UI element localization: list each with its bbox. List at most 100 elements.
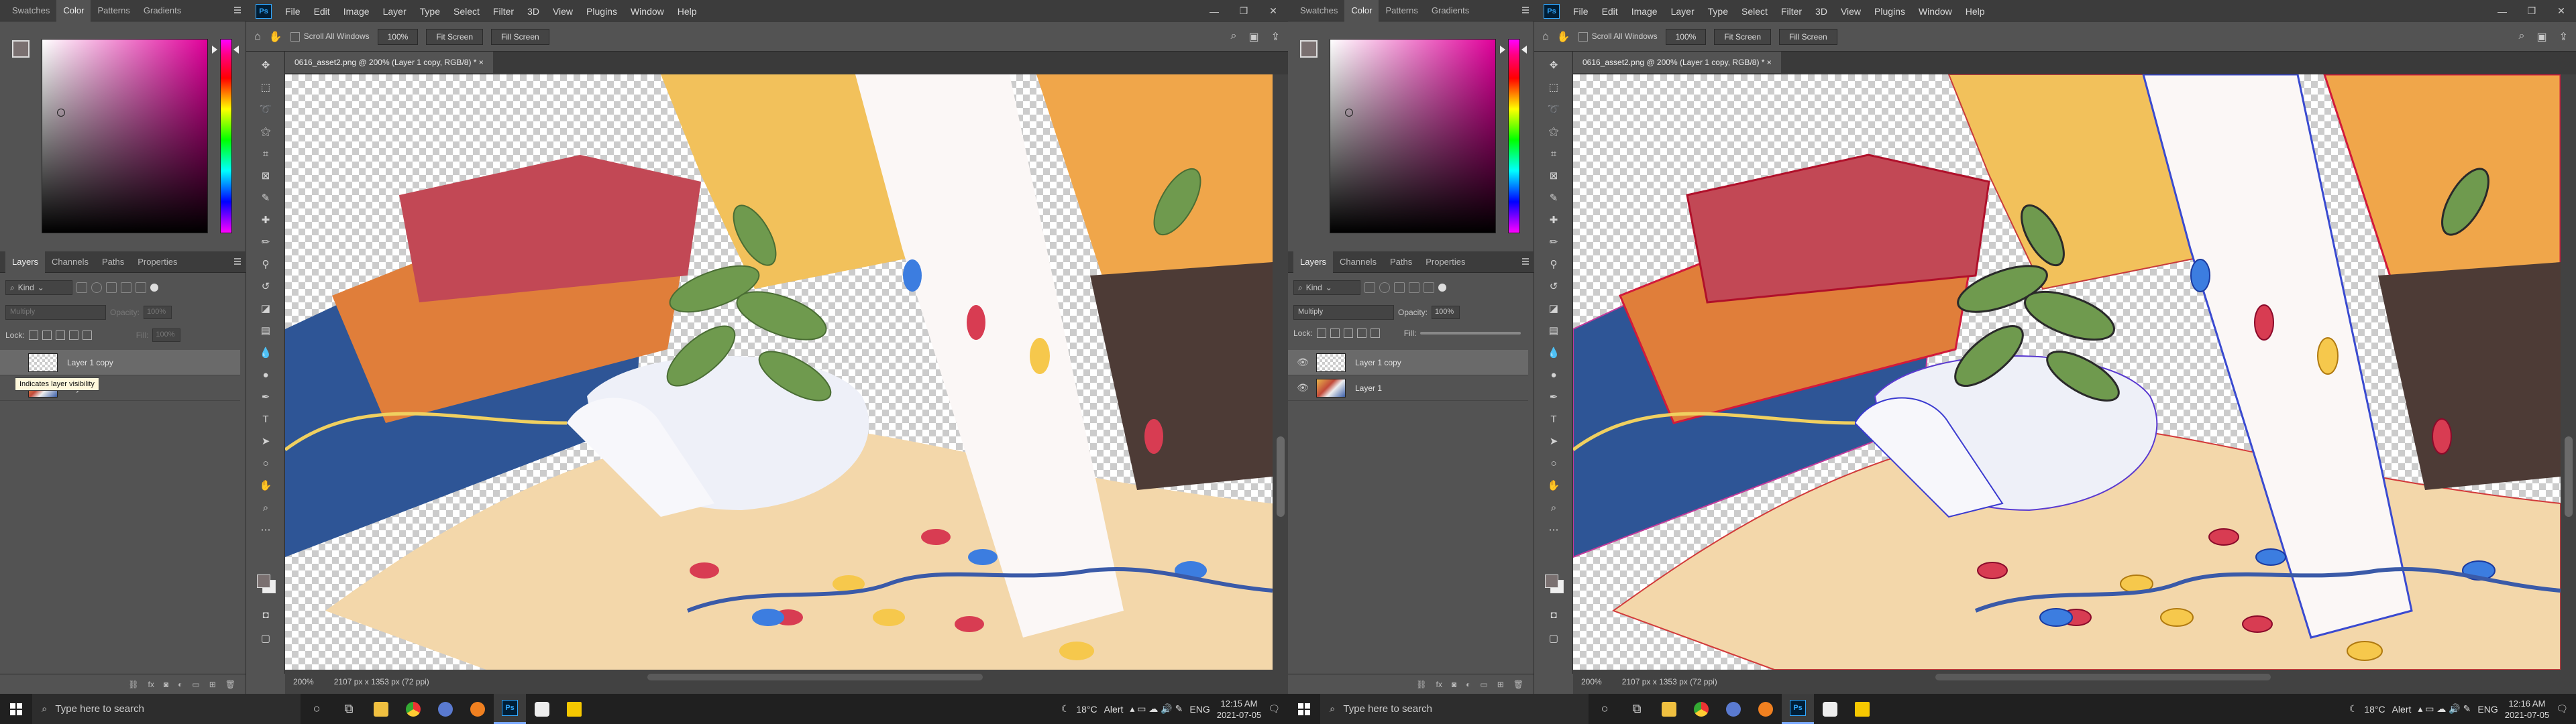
language[interactable]: ENG	[2477, 704, 2498, 715]
eyedropper-icon[interactable]: ✎	[1545, 191, 1562, 206]
menu-3d[interactable]: 3D	[521, 6, 546, 17]
filter-type-icon[interactable]	[1394, 282, 1405, 293]
tab-paths[interactable]: Paths	[95, 251, 131, 273]
workspace-icon[interactable]: ▣	[1248, 30, 1258, 44]
layer-name[interactable]: Layer 1	[1355, 383, 1382, 393]
home-icon[interactable]: ⌂	[1542, 31, 1549, 43]
tab-gradients[interactable]: Gradients	[137, 0, 188, 21]
group-icon[interactable]: ▭	[192, 680, 199, 689]
layer-row[interactable]: 👁 Layer 1 copy	[1288, 350, 1528, 375]
lasso-tool-icon[interactable]: ➰	[257, 103, 274, 117]
more-tools-icon[interactable]: ⋯	[257, 523, 274, 538]
blender-icon[interactable]	[1750, 694, 1782, 724]
type-tool-icon[interactable]: T	[1545, 412, 1562, 427]
filter-adjustment-icon[interactable]	[1379, 282, 1390, 293]
language[interactable]: ENG	[1189, 704, 1210, 715]
hand-tool-icon[interactable]: ✋	[269, 30, 282, 44]
menu-file[interactable]: File	[1566, 6, 1595, 17]
blur-tool-icon[interactable]: 💧	[257, 346, 274, 361]
marquee-tool-icon[interactable]: ⬚	[1545, 80, 1562, 95]
minimize-icon[interactable]: —	[2487, 0, 2517, 22]
clock[interactable]: 12:15 AM 2021-07-05	[1217, 698, 1262, 721]
menu-select[interactable]: Select	[1735, 6, 1774, 17]
pen-tool-icon[interactable]: ✒	[1545, 390, 1562, 405]
panel-menu-icon[interactable]	[1522, 258, 1529, 266]
marquee-tool-icon[interactable]: ⬚	[257, 80, 274, 95]
menu-type[interactable]: Type	[413, 6, 447, 17]
eraser-icon[interactable]: ◪	[1545, 302, 1562, 316]
tab-layers[interactable]: Layers	[5, 251, 46, 273]
close-icon[interactable]: ✕	[1258, 0, 1288, 22]
filter-type-icon[interactable]	[106, 282, 117, 293]
lock-transparent-icon[interactable]	[28, 330, 38, 340]
opacity-value[interactable]: 100%	[144, 306, 172, 319]
filter-pixel-icon[interactable]	[1364, 282, 1375, 293]
minimize-icon[interactable]: —	[1199, 0, 1229, 22]
fit-screen-button[interactable]: Fit Screen	[1714, 28, 1772, 45]
document-canvas[interactable]	[1573, 74, 2561, 670]
clock[interactable]: 12:16 AM 2021-07-05	[2505, 698, 2550, 721]
filter-toggle-icon[interactable]	[1438, 284, 1446, 292]
filter-shape-icon[interactable]	[121, 282, 131, 293]
panel-menu-icon[interactable]	[234, 7, 241, 15]
new-layer-icon[interactable]: ⊞	[209, 680, 216, 689]
zoom-100-button[interactable]: 100%	[1665, 28, 1707, 45]
lock-all-icon[interactable]	[1370, 328, 1380, 338]
filter-shape-icon[interactable]	[1409, 282, 1419, 293]
path-selection-icon[interactable]: ➤	[1545, 434, 1562, 449]
hand-tool-icon[interactable]: ✋	[1557, 30, 1570, 44]
tray-icons[interactable]: ▴ ▭ ☁ 🔊 ✎	[1130, 703, 1183, 715]
group-icon[interactable]: ▭	[1480, 680, 1487, 689]
filter-smart-object-icon[interactable]	[1424, 282, 1434, 293]
trash-icon[interactable]: 🗑	[1513, 680, 1523, 689]
share-icon[interactable]: ⇪	[1271, 30, 1280, 44]
app-r-icon[interactable]	[429, 694, 462, 724]
hand-tool-icon[interactable]: ✋	[257, 479, 274, 493]
sticky-notes-icon[interactable]	[558, 694, 590, 724]
menu-window[interactable]: Window	[624, 6, 671, 17]
tab-channels[interactable]: Channels	[45, 251, 95, 273]
zoom-level[interactable]: 200%	[293, 677, 314, 686]
lock-all-icon[interactable]	[82, 330, 92, 340]
weather-alert[interactable]: Alert	[2392, 704, 2412, 715]
panel-menu-icon[interactable]	[234, 258, 241, 266]
scroll-thumb[interactable]	[1277, 436, 1285, 517]
lock-image-icon[interactable]	[42, 330, 52, 340]
menu-layer[interactable]: Layer	[376, 6, 413, 17]
tab-swatches[interactable]: Swatches	[1293, 0, 1344, 21]
taskbar-search[interactable]: ⌕ Type here to search	[32, 694, 301, 724]
menu-window[interactable]: Window	[1912, 6, 1959, 17]
blur-tool-icon[interactable]: 💧	[1545, 346, 1562, 361]
menu-view[interactable]: View	[546, 6, 580, 17]
horizontal-scrollbar[interactable]	[1935, 674, 2271, 680]
magic-wand-icon[interactable]: ⚝	[1545, 125, 1562, 139]
menu-select[interactable]: Select	[447, 6, 486, 17]
document-tab[interactable]: 0616_asset2.png @ 200% (Layer 1 copy, RG…	[1573, 52, 1781, 73]
menu-edit[interactable]: Edit	[1595, 6, 1625, 17]
picker-cursor[interactable]	[57, 109, 65, 117]
cortana-icon[interactable]: ○	[1589, 694, 1621, 724]
crop-tool-icon[interactable]: ⌗	[257, 147, 274, 162]
tab-color[interactable]: Color	[1344, 0, 1379, 21]
menu-file[interactable]: File	[278, 6, 307, 17]
vertical-scrollbar[interactable]	[2561, 74, 2576, 670]
layer-name[interactable]: Layer 1 copy	[1355, 358, 1401, 367]
mask-icon[interactable]: ◙	[164, 680, 168, 689]
brush-tool-icon[interactable]: ✏	[257, 235, 274, 250]
scroll-all-windows[interactable]: Scroll All Windows	[290, 32, 370, 42]
lock-image-icon[interactable]	[1330, 328, 1340, 338]
screen-mode-icon[interactable]: ▢	[1545, 631, 1562, 646]
eye-icon[interactable]: 👁	[1295, 357, 1311, 368]
sticky-notes-icon[interactable]	[1846, 694, 1878, 724]
checkbox-icon[interactable]	[290, 32, 300, 42]
home-icon[interactable]: ⌂	[254, 31, 261, 43]
lock-artboard-icon[interactable]	[1356, 328, 1366, 338]
search-icon[interactable]: ⌕	[1231, 30, 1237, 44]
menu-view[interactable]: View	[1834, 6, 1868, 17]
tab-patterns[interactable]: Patterns	[1379, 0, 1424, 21]
opacity-value[interactable]: 100%	[1432, 306, 1460, 319]
quick-mask-icon[interactable]: ◘	[257, 608, 274, 623]
tray-icons[interactable]: ▴ ▭ ☁ 🔊 ✎	[2418, 703, 2471, 715]
tab-color[interactable]: Color	[56, 0, 91, 21]
chrome-icon[interactable]	[1685, 694, 1717, 724]
